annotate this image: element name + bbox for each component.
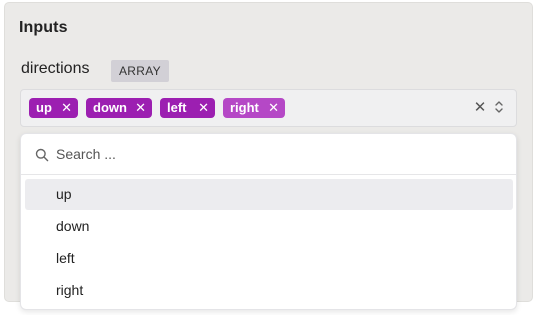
- clear-icon[interactable]: ✕: [473, 98, 487, 118]
- type-badge: ARRAY: [111, 60, 169, 82]
- chip-label: right: [230, 100, 259, 115]
- chevrons-up-down-icon[interactable]: [494, 100, 504, 114]
- multiselect-input[interactable]: up ✕ down ✕ left ✕ right ✕ ✕: [20, 89, 517, 127]
- option-right[interactable]: right: [25, 275, 513, 306]
- search-input[interactable]: [56, 143, 496, 165]
- option-left[interactable]: left: [25, 243, 513, 274]
- chip-remove-icon[interactable]: ✕: [198, 98, 209, 118]
- chip-up[interactable]: up ✕: [29, 98, 78, 118]
- chip-remove-icon[interactable]: ✕: [268, 98, 279, 118]
- field-label: directions: [21, 60, 90, 77]
- option-up[interactable]: up: [25, 179, 513, 210]
- chip-right[interactable]: right ✕: [223, 98, 285, 118]
- chip-down[interactable]: down ✕: [86, 98, 152, 118]
- option-down[interactable]: down: [25, 211, 513, 242]
- search-icon: [35, 148, 49, 162]
- chip-label: up: [36, 100, 52, 115]
- chip-label: left: [167, 100, 187, 115]
- section-title: Inputs: [19, 19, 68, 36]
- chip-remove-icon[interactable]: ✕: [135, 98, 146, 118]
- divider: [21, 174, 516, 175]
- options-dropdown: up down left right: [20, 133, 517, 310]
- chip-label: down: [93, 100, 127, 115]
- chip-left[interactable]: left ✕: [160, 98, 215, 118]
- chip-remove-icon[interactable]: ✕: [61, 98, 72, 118]
